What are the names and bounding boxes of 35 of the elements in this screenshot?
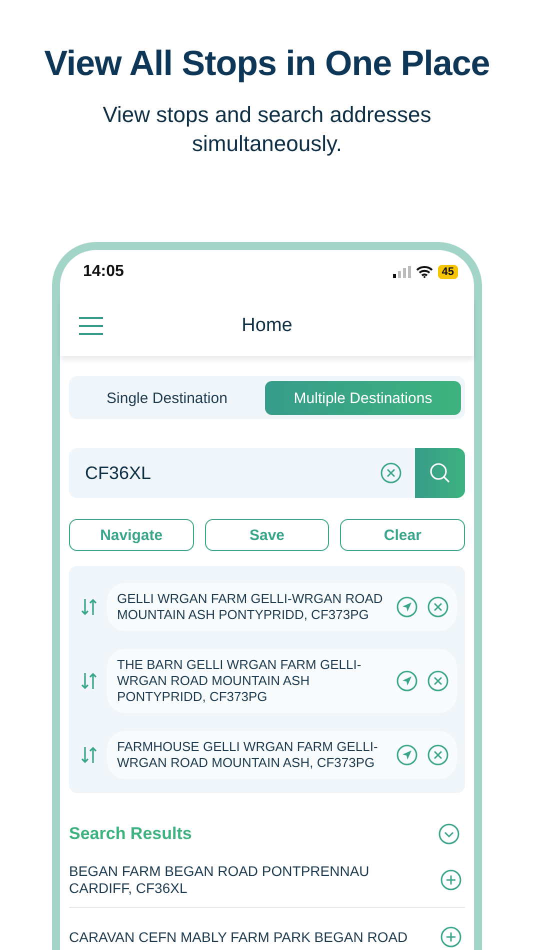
screen-title: Home: [242, 315, 292, 337]
result-address: CARAVAN CEFN MABLY FARM PARK BEGAN ROAD: [69, 928, 409, 946]
reorder-icon[interactable]: [81, 672, 97, 690]
subtitle: View stops and search addresses simultaneously.: [102, 101, 432, 158]
search-button[interactable]: [415, 448, 465, 498]
stop-address: FARMHOUSE GELLI WRGAN FARM GELLI-WRGAN ROAD MOUNTAIN ASH, CF373PG: [117, 739, 379, 771]
action-button[interactable]: Save: [204, 519, 330, 551]
remove-icon[interactable]: [427, 596, 449, 618]
headline: View All Stops in One Place: [44, 44, 490, 84]
search-field[interactable]: CF36XL: [69, 448, 415, 498]
search-icon: [429, 462, 451, 484]
signal-icon: [392, 266, 411, 278]
tab[interactable]: Multiple Destinations: [265, 381, 461, 415]
wifi-icon: [416, 266, 433, 278]
navigation-icon[interactable]: [396, 596, 418, 618]
stop-address: GELLI WRGAN FARM GELLI-WRGAN ROAD MOUNTAIN ASH PONTYPRIDD, CF373PG: [117, 591, 384, 623]
navigation-icon[interactable]: [396, 744, 418, 766]
add-icon[interactable]: [440, 869, 462, 891]
reorder-icon[interactable]: [81, 746, 97, 764]
stop-address: THE BARN GELLI WRGAN FARM GELLI-WRGAN ROAD MOUNTAIN ASH PONTYPRIDD, CF373PG: [117, 657, 362, 705]
menu-icon[interactable]: [79, 316, 103, 336]
remove-icon[interactable]: [427, 744, 449, 766]
action-button[interactable]: Clear: [340, 519, 466, 551]
remove-icon[interactable]: [427, 670, 449, 692]
status-time: 14:05: [83, 263, 124, 281]
tab[interactable]: Single Destination: [69, 381, 265, 415]
reorder-icon[interactable]: [81, 598, 97, 616]
battery-indicator: 45: [438, 265, 458, 279]
navigation-icon[interactable]: [396, 670, 418, 692]
chevron-icon[interactable]: [438, 823, 460, 845]
action-button[interactable]: Navigate: [69, 519, 194, 551]
section-title: Search Results: [69, 824, 192, 844]
add-icon[interactable]: [440, 926, 462, 948]
result-address: BEGAN FARM BEGAN ROAD PONTPRENNAU CARDIFF, CF36XL: [69, 863, 370, 897]
clear-icon[interactable]: [380, 462, 402, 484]
